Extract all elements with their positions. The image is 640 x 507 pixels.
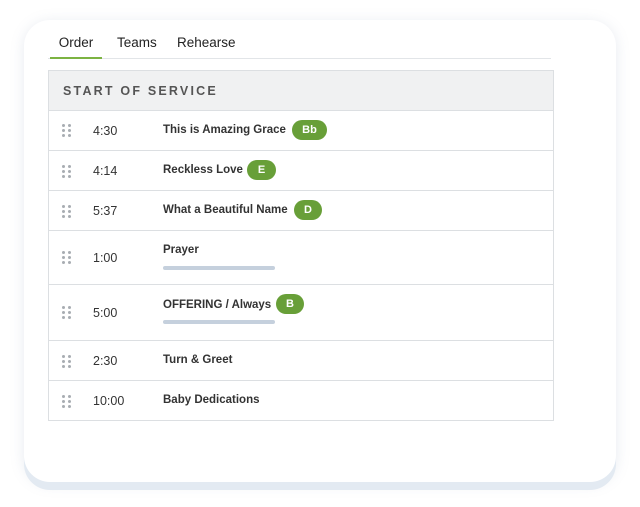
tab-order[interactable]: Order: [50, 30, 102, 59]
item-duration: 4:30: [93, 124, 118, 138]
tab-bar: Order Teams Rehearse: [48, 30, 551, 59]
drag-handle-icon[interactable]: [62, 355, 71, 368]
tab-teams[interactable]: Teams: [117, 30, 157, 58]
tab-rehearse[interactable]: Rehearse: [177, 30, 236, 58]
key-badge: B: [276, 294, 304, 314]
order-item[interactable]: 5:37 What a Beautiful Name D: [49, 191, 553, 231]
item-title[interactable]: Baby Dedications: [163, 394, 260, 406]
drag-handle-icon[interactable]: [62, 205, 71, 218]
key-badge: E: [247, 160, 276, 180]
item-title[interactable]: Turn & Greet: [163, 354, 232, 366]
item-detail-bar: [163, 320, 275, 324]
order-item[interactable]: 4:14 Reckless Love E: [49, 151, 553, 191]
order-item[interactable]: 10:00 Baby Dedications: [49, 381, 553, 420]
order-panel: START OF SERVICE 4:30 This is Amazing Gr…: [48, 70, 554, 421]
key-badge: Bb: [292, 120, 327, 140]
item-title[interactable]: OFFERING / Always: [163, 299, 271, 311]
order-item[interactable]: 4:30 This is Amazing Grace Bb: [49, 111, 553, 151]
item-title[interactable]: This is Amazing Grace: [163, 124, 286, 136]
item-duration: 10:00: [93, 394, 125, 408]
item-title[interactable]: Prayer: [163, 244, 199, 256]
drag-handle-icon[interactable]: [62, 306, 71, 319]
item-duration: 5:00: [93, 306, 118, 320]
drag-handle-icon[interactable]: [62, 124, 71, 137]
item-duration: 5:37: [93, 204, 118, 218]
item-duration: 4:14: [93, 164, 118, 178]
item-detail-bar: [163, 266, 275, 270]
item-title[interactable]: Reckless Love: [163, 164, 243, 176]
drag-handle-icon[interactable]: [62, 395, 71, 408]
key-badge: D: [294, 200, 322, 220]
order-item[interactable]: 5:00 OFFERING / Always B: [49, 285, 553, 341]
order-item[interactable]: 1:00 Prayer: [49, 231, 553, 285]
item-duration: 2:30: [93, 354, 118, 368]
section-header: START OF SERVICE: [49, 71, 553, 111]
drag-handle-icon[interactable]: [62, 165, 71, 178]
item-duration: 1:00: [93, 251, 118, 265]
order-item[interactable]: 2:30 Turn & Greet: [49, 341, 553, 381]
item-title[interactable]: What a Beautiful Name: [163, 204, 288, 216]
drag-handle-icon[interactable]: [62, 251, 71, 264]
